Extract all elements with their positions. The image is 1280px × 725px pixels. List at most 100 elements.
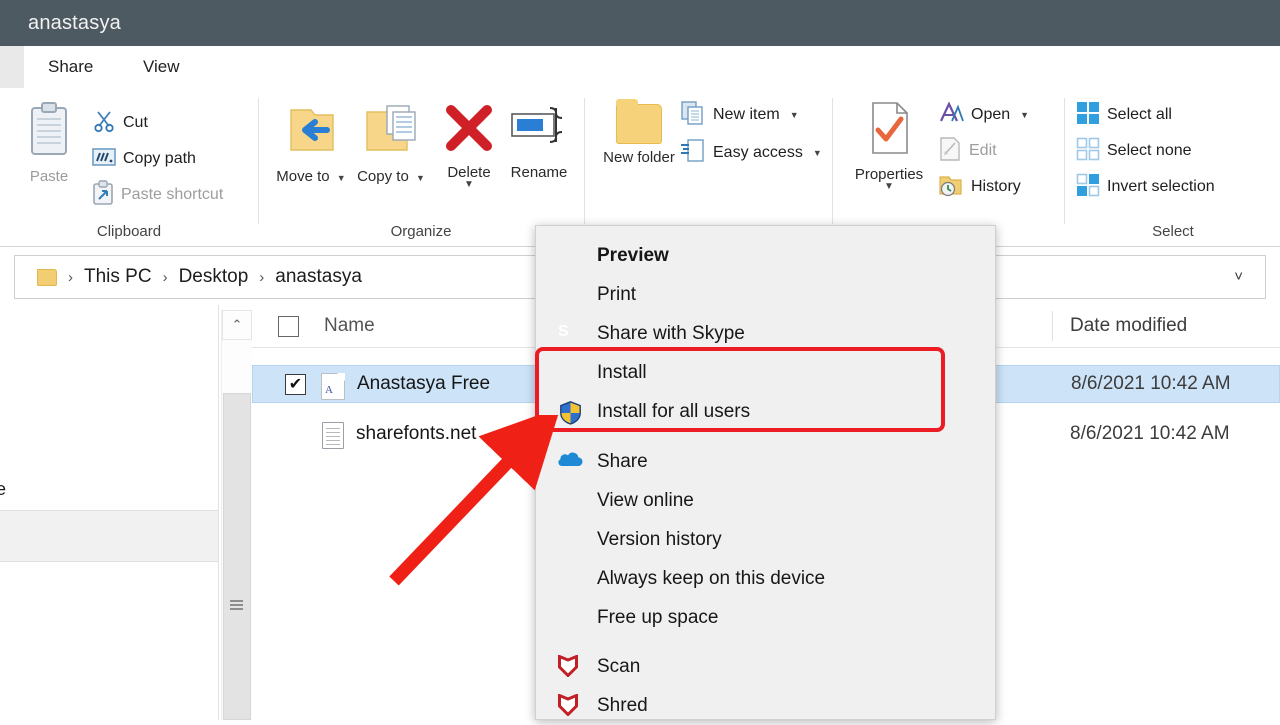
tab-view-label: View [143, 57, 180, 76]
paste-shortcut-label: Paste shortcut [121, 186, 224, 203]
menu-item-install-for-all-users[interactable]: Install for all users [536, 393, 995, 431]
select-all-button[interactable]: Select all [1076, 100, 1172, 130]
menu-item-share-with-skype[interactable]: Share with Skype [536, 315, 995, 353]
menu-item-shred[interactable]: Shred [536, 687, 995, 725]
breadcrumb-desktop[interactable]: Desktop [175, 266, 253, 288]
menu-item-scan[interactable]: Scan [536, 648, 995, 686]
chevron-down-icon: ▼ [812, 148, 822, 158]
cut-label: Cut [123, 114, 148, 131]
properties-label: Properties ▼ [855, 166, 923, 192]
ribbon-caption-organize: Organize [390, 223, 452, 240]
open-button[interactable]: Open ▼ [938, 100, 1029, 130]
column-header-date-modified[interactable]: Date modified [1070, 315, 1187, 337]
file-explorer-window: anastasya Share View Paste Cut Copy path… [0, 0, 1280, 720]
breadcrumb-anastasya[interactable]: anastasya [271, 266, 366, 288]
menu-item-print[interactable]: Print [536, 276, 995, 314]
delete-icon [440, 102, 498, 159]
chevron-down-icon: ▼ [464, 179, 474, 190]
ribbon-group-organize: Move to ▼ Copy to ▼ Delete ▼ Rename Orga… [260, 88, 582, 246]
select-all-icon [1076, 101, 1100, 130]
select-all-checkbox[interactable] [278, 316, 299, 337]
edit-button[interactable]: Edit [938, 136, 997, 166]
history-label: History [971, 178, 1021, 195]
chevron-down-icon[interactable]: ˅ [1234, 268, 1243, 285]
menu-item-free-up-space-label: Free up space [597, 607, 719, 628]
ribbon: Paste Cut Copy path Paste shortcut Clipb… [0, 88, 1280, 247]
copy-path-label: Copy path [123, 150, 196, 167]
menu-item-share[interactable]: Share [536, 443, 995, 481]
column-header-name[interactable]: Name [324, 315, 375, 337]
row-checkbox[interactable]: ✔ [285, 374, 306, 395]
easy-access-icon [680, 138, 706, 169]
clipboard-icon [26, 102, 72, 163]
chevron-down-icon: ▼ [336, 173, 346, 183]
invert-selection-label: Invert selection [1107, 178, 1215, 195]
menu-item-free-up-space[interactable]: Free up space [536, 599, 995, 637]
scrollbar-thumb[interactable] [223, 393, 251, 720]
copy-to-button[interactable]: Copy to ▼ [348, 102, 434, 187]
easy-access-button[interactable]: Easy access ▼ [680, 138, 822, 168]
new-item-label: New item [713, 106, 780, 123]
open-label: Open [971, 106, 1011, 123]
invert-selection-button[interactable]: Invert selection [1076, 172, 1215, 202]
nav-item-2-selected[interactable] [0, 510, 218, 562]
easy-access-label: Easy access [713, 144, 803, 161]
paste-shortcut-button[interactable]: Paste shortcut [92, 179, 224, 210]
ribbon-caption-select: Select [1152, 223, 1194, 240]
new-item-icon [680, 100, 706, 131]
ribbon-group-select: Select all Select none Invert selection … [1066, 88, 1280, 246]
delete-label: Delete ▼ [447, 164, 490, 190]
rename-button[interactable]: Rename [496, 102, 582, 181]
menu-item-share-label: Share [597, 451, 648, 472]
chevron-down-icon: ▼ [789, 110, 799, 120]
properties-button[interactable]: Properties ▼ [846, 100, 932, 192]
move-to-text: Move to [276, 168, 330, 185]
tab-share-label: Share [48, 57, 94, 76]
column-divider[interactable] [1052, 311, 1053, 341]
nav-item-4[interactable]: ads [0, 599, 218, 635]
tab-view[interactable]: View [143, 46, 180, 88]
menu-item-always-keep-label: Always keep on this device [597, 568, 826, 589]
navigation-pane: cts hone nts ads [0, 305, 219, 720]
window-tab[interactable]: anastasya [10, 0, 139, 46]
scrollbar-grip[interactable] [230, 600, 243, 610]
menu-item-preview-label: Preview [597, 245, 669, 266]
chevron-down-icon: ▼ [1020, 110, 1030, 120]
scroll-up-icon[interactable]: ⌃ [222, 310, 252, 340]
invert-selection-icon [1076, 173, 1100, 202]
properties-icon [863, 100, 915, 161]
ribbon-divider-4 [1064, 98, 1065, 224]
menu-item-install[interactable]: Install [536, 354, 995, 392]
tabstrip-left-edge [0, 46, 24, 88]
skype-icon [558, 322, 584, 346]
cut-button[interactable]: Cut [92, 108, 148, 138]
menu-item-always-keep-on-this-device[interactable]: Always keep on this device [536, 560, 995, 598]
menu-item-shred-label: Shred [597, 695, 648, 716]
menu-item-preview[interactable]: Preview [536, 237, 995, 275]
menu-item-version-history-label: Version history [597, 529, 722, 550]
menu-item-scan-label: Scan [597, 656, 641, 677]
history-button[interactable]: History [938, 172, 1021, 202]
copy-path-button[interactable]: Copy path [92, 144, 196, 174]
select-none-label: Select none [1107, 142, 1192, 159]
edit-label: Edit [969, 142, 997, 159]
vertical-scrollbar[interactable]: ⌃ [221, 310, 253, 720]
chevron-down-icon: ▼ [415, 173, 425, 183]
paste-button[interactable]: Paste [6, 102, 92, 185]
font-file-icon [321, 373, 345, 400]
move-to-button[interactable]: Move to ▼ [268, 102, 354, 187]
new-item-button[interactable]: New item ▼ [680, 100, 799, 130]
tab-share[interactable]: Share [48, 46, 93, 88]
menu-item-view-online[interactable]: View online [536, 482, 995, 520]
context-menu: Preview Print Share with Skype Install I… [535, 225, 996, 720]
nav-item-0[interactable]: cts [0, 425, 218, 461]
paste-label: Paste [29, 168, 69, 185]
nav-item-3[interactable]: nts [0, 563, 218, 599]
menu-item-version-history[interactable]: Version history [536, 521, 995, 559]
new-folder-button[interactable]: New folder [596, 99, 682, 166]
menu-item-install-for-all-users-label: Install for all users [597, 401, 751, 422]
nav-item-1[interactable]: hone [0, 471, 218, 507]
new-folder-label: New folder [603, 149, 675, 166]
breadcrumb-this-pc[interactable]: This PC [80, 266, 156, 288]
select-none-button[interactable]: Select none [1076, 136, 1192, 166]
